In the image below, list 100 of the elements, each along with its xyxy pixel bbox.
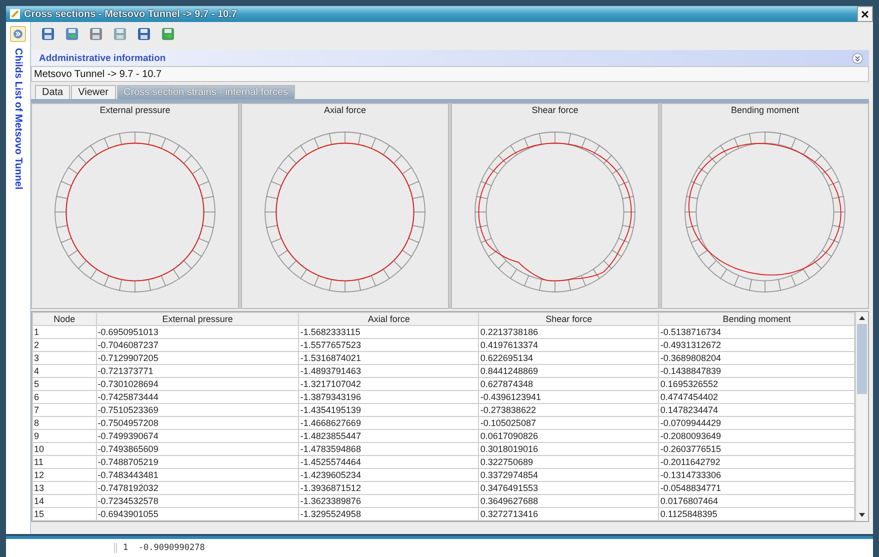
table-cell: 0.3476491553 — [478, 482, 659, 494]
table-cell: -0.7499390674 — [96, 430, 299, 442]
table-cell: 0.1125848395 — [658, 508, 854, 520]
close-button[interactable]: × — [857, 6, 873, 22]
table-cell: 0.4197613374 — [478, 338, 659, 352]
column-header[interactable]: Node — [32, 312, 96, 326]
table-cell: -0.6943901055 — [96, 508, 299, 520]
table-cell: -1.4525574464 — [298, 456, 479, 468]
table-cell: 14 — [32, 494, 96, 508]
table-cell: 15 — [32, 508, 96, 520]
table-cell: -0.7504957208 — [96, 416, 299, 430]
table-cell: 0.0176807464 — [658, 494, 854, 508]
table-cell: 0.1695326552 — [658, 378, 854, 390]
path-field[interactable]: Metsovo Tunnel -> 9.7 - 10.7 — [31, 66, 869, 82]
table-cell: -0.2011642792 — [658, 456, 854, 468]
table-cell: 2 — [32, 338, 96, 352]
column-header[interactable]: Shear force — [478, 312, 659, 326]
table-cell: 9 — [32, 430, 96, 442]
table-cell: -0.721373771 — [96, 364, 299, 378]
collapse-icon[interactable] — [852, 52, 863, 64]
scroll-down-icon[interactable] — [859, 513, 865, 517]
diagram-title: External pressure — [100, 105, 170, 115]
table-cell: -0.273838622 — [478, 404, 659, 416]
table-cell: -1.4893791463 — [298, 364, 479, 378]
table-cell: -1.4239605234 — [298, 468, 479, 482]
table-cell: 0.622695134 — [478, 352, 659, 364]
table-cell: -0.1314733306 — [658, 468, 854, 482]
scrollbar[interactable] — [855, 312, 868, 521]
table-cell: -0.7488705219 — [96, 456, 299, 468]
table-cell: -1.3217107042 — [298, 378, 479, 390]
table-cell: 3 — [32, 352, 96, 364]
diagram-title: Axial force — [324, 105, 366, 115]
column-header[interactable]: Axial force — [298, 312, 479, 326]
tab[interactable]: Viewer — [71, 85, 116, 99]
pencil-icon — [10, 9, 20, 19]
table-cell: 0.4747454402 — [658, 390, 854, 404]
table-cell: -1.5682333115 — [298, 326, 479, 338]
diagram-title: Shear force — [532, 105, 578, 115]
tab[interactable]: Data — [35, 85, 70, 99]
table-cell: -0.0709944429 — [658, 416, 854, 430]
save-icon — [41, 27, 55, 41]
table-cell: 13 — [32, 482, 96, 494]
table-cell: -1.3936871512 — [298, 482, 479, 494]
table-cell: -0.2603776515 — [658, 442, 854, 456]
table-cell: 0.8441248869 — [478, 364, 659, 378]
expand-button[interactable] — [10, 26, 26, 42]
column-header[interactable]: External pressure — [96, 312, 299, 326]
table-cell: 0.2213738186 — [478, 326, 659, 338]
table-cell: -1.3623389876 — [298, 494, 479, 508]
toolbar-button[interactable] — [135, 25, 153, 43]
table-cell: -0.7510523369 — [96, 404, 299, 416]
table-cell: 0.3272713416 — [478, 508, 659, 520]
toolbar-button[interactable] — [39, 25, 57, 43]
table-cell: -0.7425873444 — [96, 390, 299, 404]
table-cell: -0.7493865609 — [96, 442, 299, 456]
double-chevron-icon — [13, 29, 23, 39]
column-header[interactable]: Bending moment — [658, 312, 854, 326]
table-cell: 0.1478234474 — [658, 404, 854, 416]
table-cell: -1.4823855447 — [298, 430, 479, 442]
toolbar-button[interactable] — [159, 25, 177, 43]
table-cell: -1.4783594868 — [298, 442, 479, 456]
table-cell: -0.0548834771 — [658, 482, 854, 494]
table-cell: -0.7478192032 — [96, 482, 299, 494]
table-cell: 12 — [32, 468, 96, 482]
table-cell: 4 — [32, 364, 96, 378]
table-cell: -1.4354195139 — [298, 404, 479, 416]
table-cell: 0.3018019016 — [478, 442, 659, 456]
table-cell: 0.0617090826 — [478, 430, 659, 442]
sidebar-label[interactable]: Childs List of Metsovo Tunnel — [12, 48, 24, 190]
table-cell: 0.322750689 — [478, 456, 659, 468]
table-cell: 11 — [32, 456, 96, 468]
table-cell: -0.5138716734 — [658, 326, 854, 338]
table-cell: -0.3689808204 — [658, 352, 854, 364]
toolbar-button[interactable] — [111, 25, 129, 43]
table-cell: 6 — [32, 390, 96, 404]
table-cell: -1.5316874021 — [298, 352, 479, 364]
table-cell: -1.5577657523 — [298, 338, 479, 352]
table-cell: -0.4931312672 — [658, 338, 854, 352]
table-cell: -0.105025087 — [478, 416, 659, 430]
table-cell: -0.7129907205 — [96, 352, 299, 364]
table-cell: 5 — [32, 378, 96, 390]
diagram-title: Bending moment — [730, 105, 800, 115]
window-title: Cross sections - Metsovo Tunnel -> 9.7 - 10.7 — [24, 8, 237, 20]
table-cell: -0.1438847839 — [658, 364, 854, 378]
table-cell: -1.3295524958 — [298, 508, 479, 520]
table-cell: 1 — [32, 326, 96, 338]
table-cell: -1.4668627669 — [298, 416, 479, 430]
table-cell: -0.6950951013 — [96, 326, 299, 338]
toolbar-button[interactable] — [87, 25, 105, 43]
scroll-up-icon[interactable] — [859, 316, 865, 320]
table-cell: -0.2080093649 — [658, 430, 854, 442]
table-cell: 0.627874348 — [478, 378, 659, 390]
table-cell: -0.7234532578 — [96, 494, 299, 508]
table-cell: 10 — [32, 442, 96, 456]
table-cell: -0.7483443481 — [96, 468, 299, 482]
table-cell: 8 — [32, 416, 96, 430]
toolbar-button[interactable] — [63, 25, 81, 43]
table-cell: -1.3879343196 — [298, 390, 479, 404]
table-cell: 0.3372974854 — [478, 468, 659, 482]
table-cell: -0.7301028694 — [96, 378, 299, 390]
